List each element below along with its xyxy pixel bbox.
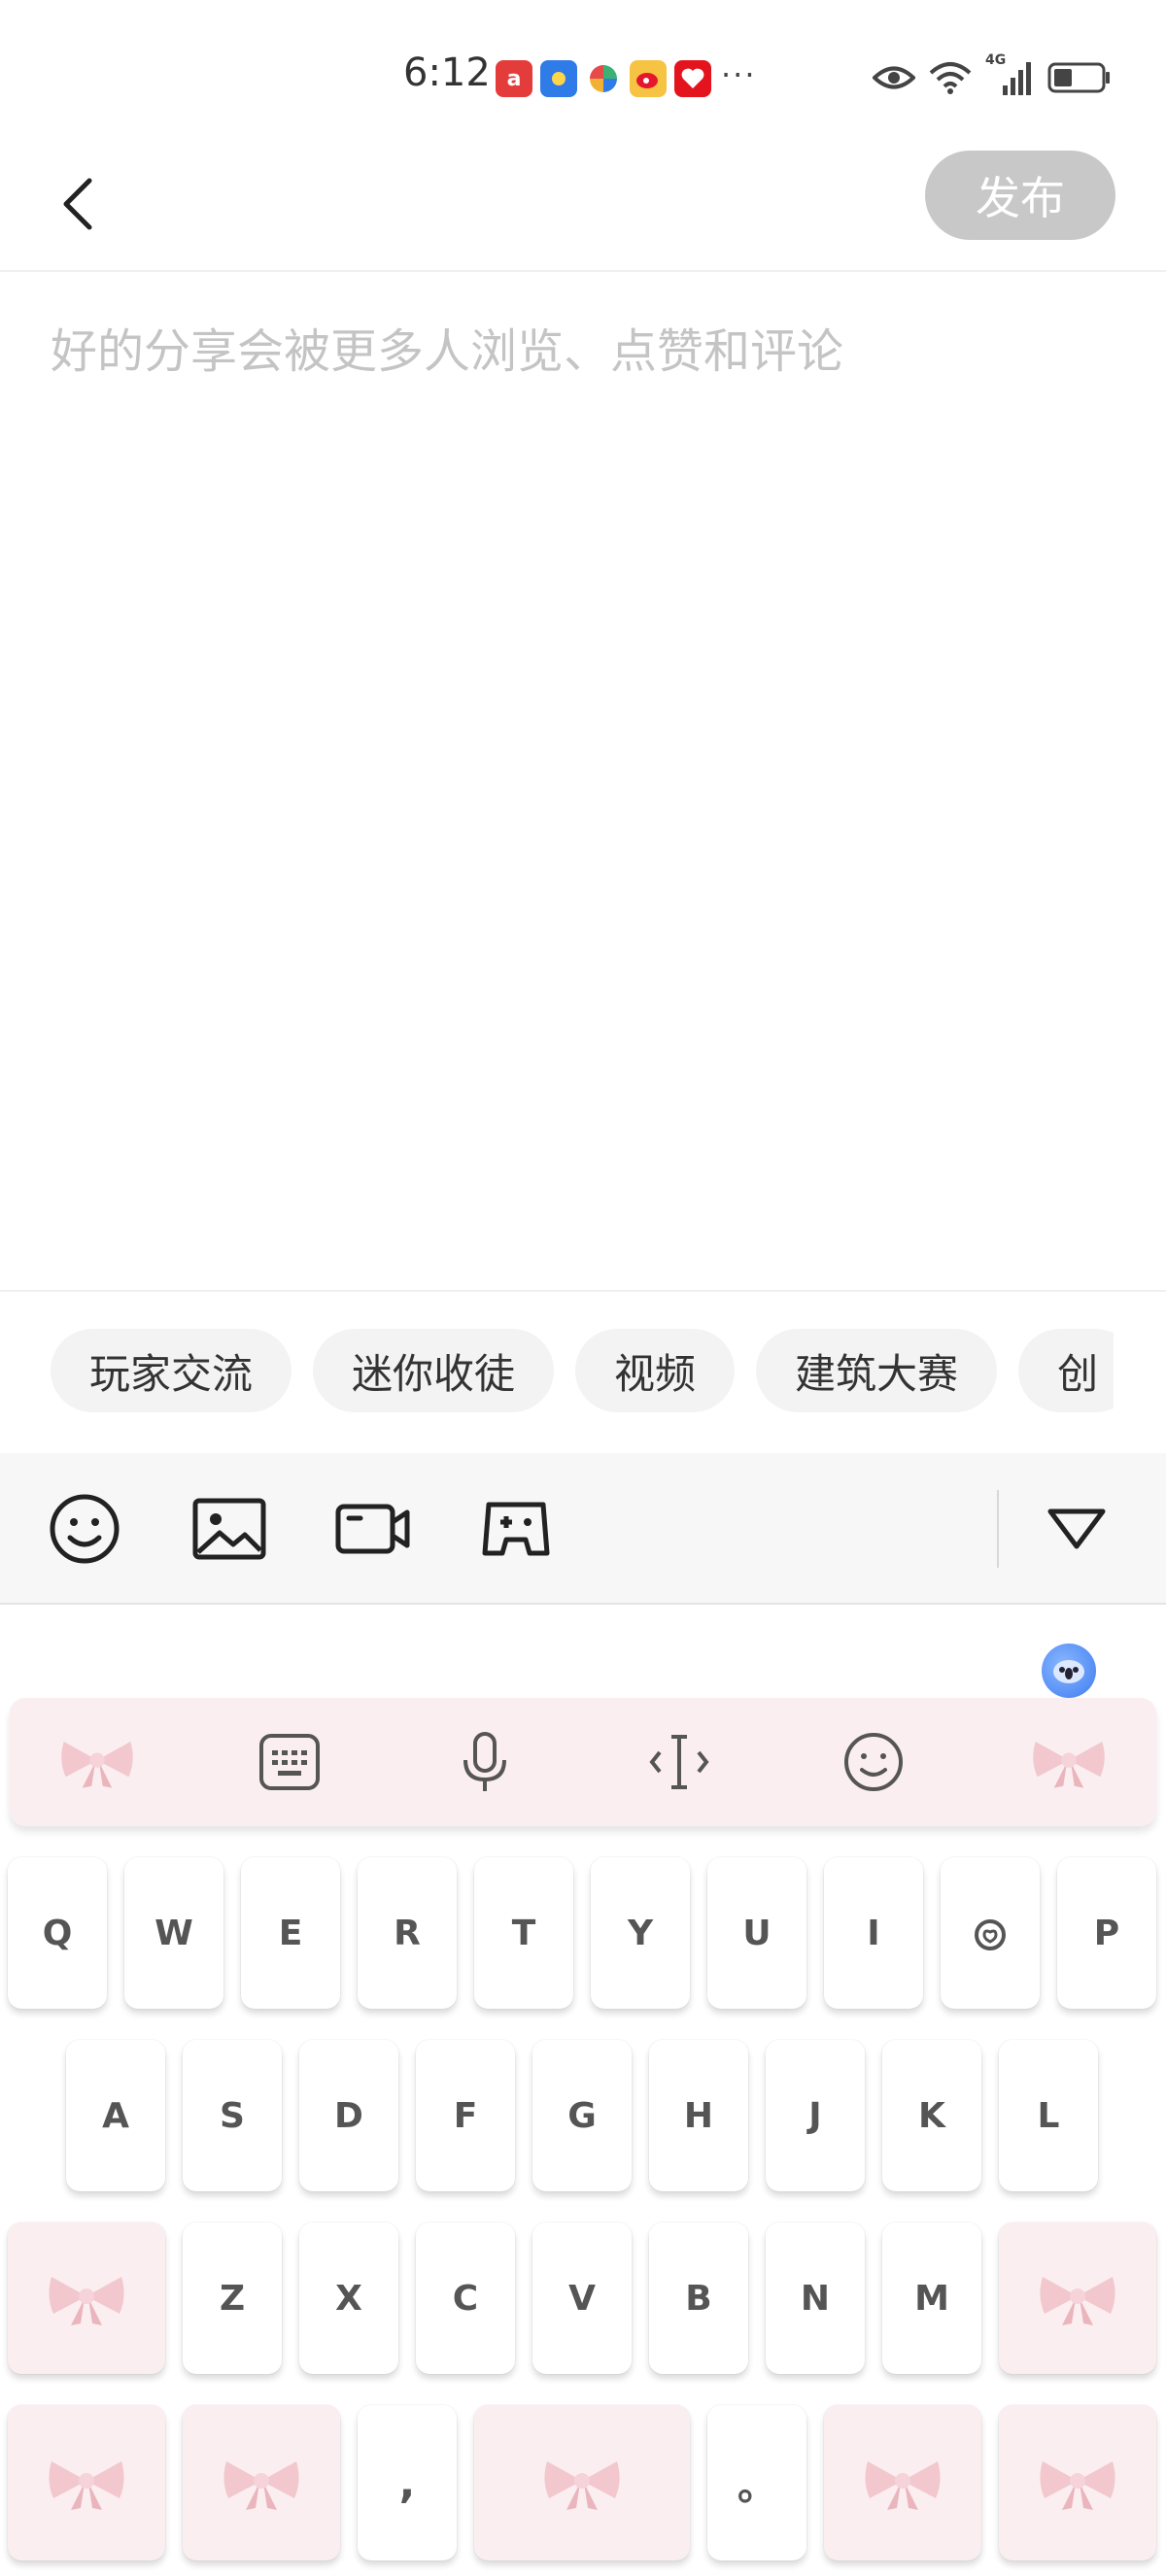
system-icons: 4G — [873, 52, 1112, 97]
key-r[interactable]: R — [358, 1857, 457, 2009]
key-e[interactable]: E — [241, 1857, 340, 2009]
weibo-icon — [630, 60, 667, 97]
eye-icon — [873, 66, 915, 89]
ime-keyboard-button[interactable] — [251, 1723, 328, 1801]
game-button[interactable] — [477, 1490, 555, 1568]
status-bar: 6:12 a ··· 4G — [0, 0, 1166, 146]
tag-video[interactable]: 视频 — [575, 1329, 736, 1412]
bow-icon — [223, 2461, 299, 2510]
heart-app-icon — [674, 60, 711, 97]
ime-toolbar — [10, 1698, 1156, 1826]
key-n[interactable]: N — [766, 2222, 865, 2374]
ime-voice-button[interactable] — [446, 1723, 524, 1801]
bow-icon — [544, 2461, 620, 2510]
video-button[interactable] — [334, 1490, 412, 1568]
heart-o-glyph-icon — [975, 1919, 1006, 1950]
ime-bow-left[interactable] — [58, 1723, 136, 1801]
chevron-left-icon — [63, 178, 92, 230]
header: 发布 — [0, 146, 1166, 272]
keyboard: Q W E R T Y U I P A S D F G H J K L Z X … — [0, 1605, 1166, 2576]
key-g[interactable]: G — [532, 2040, 632, 2191]
enter-key[interactable] — [999, 2405, 1156, 2560]
bow-icon — [1040, 2277, 1115, 2325]
key-d[interactable]: D — [299, 2040, 398, 2191]
ime-mascot-icon[interactable] — [1042, 1644, 1096, 1698]
key-k[interactable]: K — [882, 2040, 981, 2191]
space-key[interactable] — [474, 2405, 690, 2560]
key-y[interactable]: Y — [591, 1857, 690, 2009]
key-j[interactable]: J — [766, 2040, 865, 2191]
topic-tags-row: 玩家交流 迷你收徒 视频 建筑大赛 创 — [0, 1290, 1166, 1453]
publish-button[interactable]: 发布 — [925, 151, 1115, 240]
comma-key[interactable]: , — [358, 2405, 457, 2560]
key-z[interactable]: Z — [183, 2222, 282, 2374]
cellular-icon: 4G — [985, 52, 1034, 97]
weather-icon — [540, 60, 577, 97]
ime-emoji-button[interactable] — [835, 1723, 912, 1801]
app-a-icon: a — [496, 60, 532, 97]
compose-toolbar — [0, 1453, 1166, 1605]
back-button[interactable] — [49, 165, 107, 243]
bow-icon — [61, 1742, 133, 1788]
emoji-icon — [844, 1733, 903, 1791]
key-s[interactable]: S — [183, 2040, 282, 2191]
key-w[interactable]: W — [124, 1857, 223, 2009]
cursor-icon — [649, 1735, 709, 1789]
bow-icon — [49, 2277, 124, 2325]
post-editor[interactable]: 好的分享会被更多人浏览、点赞和评论 — [0, 274, 1166, 1290]
collapse-button[interactable] — [1038, 1490, 1115, 1568]
key-c[interactable]: C — [416, 2222, 515, 2374]
tag-player-exchange[interactable]: 玩家交流 — [51, 1329, 292, 1412]
editor-placeholder: 好的分享会被更多人浏览、点赞和评论 — [51, 324, 844, 379]
bow-icon — [49, 2461, 124, 2510]
video-icon — [335, 1504, 410, 1554]
backspace-key[interactable] — [999, 2222, 1156, 2374]
key-f[interactable]: F — [416, 2040, 515, 2191]
bow-icon — [865, 2461, 941, 2510]
more-notifications-icon: ··· — [721, 56, 757, 93]
keyboard-icon — [259, 1734, 320, 1790]
key-l[interactable]: L — [999, 2040, 1098, 2191]
gamepad-icon — [482, 1502, 550, 1556]
pinwheel-icon — [585, 60, 622, 97]
image-button[interactable] — [190, 1490, 268, 1568]
status-time: 6:12 — [403, 51, 491, 95]
bow-icon — [1040, 2461, 1115, 2510]
key-u[interactable]: U — [707, 1857, 806, 2009]
wifi-icon — [929, 62, 972, 94]
tag-building-contest[interactable]: 建筑大赛 — [756, 1329, 998, 1412]
toolbar-divider — [997, 1490, 999, 1568]
key-v[interactable]: V — [532, 2222, 632, 2374]
bow-icon — [1033, 1742, 1105, 1788]
tag-create[interactable]: 创 — [1018, 1329, 1114, 1412]
symbols-key[interactable] — [8, 2405, 165, 2560]
microphone-icon — [463, 1732, 506, 1791]
battery-icon — [1047, 62, 1110, 93]
key-x[interactable]: X — [299, 2222, 398, 2374]
key-p[interactable]: P — [1057, 1857, 1156, 2009]
ime-cursor-button[interactable] — [640, 1723, 718, 1801]
period-key[interactable]: 。 — [707, 2405, 806, 2560]
key-o[interactable] — [941, 1857, 1040, 2009]
key-t[interactable]: T — [474, 1857, 573, 2009]
notification-icons: a — [496, 60, 711, 97]
emoji-button[interactable] — [46, 1490, 123, 1568]
emoji-icon — [50, 1494, 120, 1564]
ime-bow-right[interactable] — [1030, 1723, 1108, 1801]
image-icon — [192, 1498, 266, 1560]
shift-key[interactable] — [8, 2222, 165, 2374]
numbers-key[interactable] — [183, 2405, 340, 2560]
key-i[interactable]: I — [824, 1857, 923, 2009]
collapse-triangle-icon — [1047, 1508, 1106, 1549]
language-switch-key[interactable] — [824, 2405, 981, 2560]
key-m[interactable]: M — [882, 2222, 981, 2374]
key-q[interactable]: Q — [8, 1857, 107, 2009]
key-h[interactable]: H — [649, 2040, 748, 2191]
tag-mini-apprentice[interactable]: 迷你收徒 — [313, 1329, 555, 1412]
key-b[interactable]: B — [649, 2222, 748, 2374]
key-a[interactable]: A — [66, 2040, 165, 2191]
